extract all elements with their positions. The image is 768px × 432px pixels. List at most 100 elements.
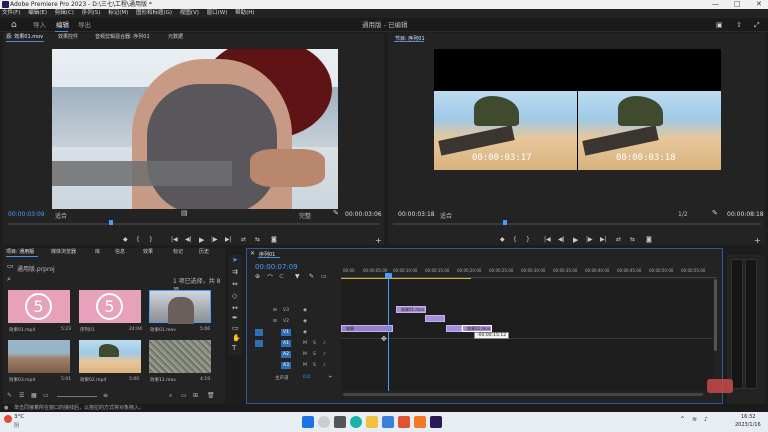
tab-edit[interactable]: 编辑	[56, 18, 69, 32]
timeline-playhead[interactable]	[388, 277, 389, 391]
track-area[interactable]: 效果01.mov 效果 效果02.mov -00:00:15:12 ✥	[341, 273, 713, 391]
menu-edit[interactable]: 编辑(E)	[28, 10, 47, 16]
frame-fwd-icon[interactable]: |▶	[211, 236, 218, 243]
frame-back-icon[interactable]: ◀|	[185, 236, 192, 243]
clip-v1-c[interactable]: 效果02.mov	[462, 325, 492, 332]
extract-icon[interactable]: ⇆	[630, 236, 635, 243]
tab-export[interactable]: 导出	[78, 18, 91, 32]
sort-icon[interactable]: ≡	[103, 392, 108, 399]
captions-icon[interactable]: ▭	[321, 273, 327, 280]
solo-icon[interactable]: S	[313, 360, 316, 371]
maximize-button[interactable]: □	[734, 0, 741, 9]
premiere-taskbar-icon[interactable]	[430, 416, 442, 428]
zoom-slider[interactable]	[57, 396, 97, 397]
prog-mark-icon[interactable]: ◆	[500, 236, 505, 243]
tab-markers[interactable]: 标记	[173, 248, 183, 257]
folder-icon[interactable]: ▭	[7, 262, 14, 270]
project-search-icon[interactable]: ⌕	[7, 275, 11, 284]
clock-time[interactable]: 16:32	[741, 414, 755, 420]
new-item-icon[interactable]: ⊞	[193, 392, 198, 399]
program-play-icon[interactable]: ▶	[573, 236, 578, 244]
menu-view[interactable]: 视图(V)	[180, 10, 199, 16]
tab-media-browser[interactable]: 媒体浏览器	[51, 248, 76, 257]
selection-tool-icon[interactable]: ➤	[232, 256, 238, 264]
minimize-button[interactable]: —	[712, 0, 719, 9]
delete-icon[interactable]: 🗑	[207, 392, 215, 399]
track-select-tool-icon[interactable]: ⇉	[232, 268, 238, 276]
tab-import[interactable]: 导入	[33, 18, 46, 32]
solo-icon[interactable]: S	[313, 349, 316, 360]
go-in-icon[interactable]: }	[149, 236, 153, 243]
lift-icon[interactable]: ⇄	[616, 236, 621, 243]
icon-view-icon[interactable]: ▦	[31, 392, 37, 399]
project-item-5[interactable]	[79, 340, 141, 373]
export-frame-icon[interactable]: ◙	[646, 236, 652, 243]
task-view-icon[interactable]	[334, 416, 346, 428]
fullscreen-icon[interactable]: ⤢	[754, 18, 760, 32]
clip-v2[interactable]: 效果01.mov	[396, 306, 426, 313]
source-fit-dropdown[interactable]: 适合	[55, 211, 67, 220]
program-quality-dropdown[interactable]: 1/2	[678, 211, 688, 218]
close-button[interactable]: ✕	[756, 0, 762, 9]
wifi-icon[interactable]: ≋	[692, 416, 697, 423]
tab-audio-mixer[interactable]: 音频剪辑混合器: 序列01	[95, 33, 150, 42]
mark-in-icon[interactable]: ◆	[123, 236, 128, 243]
app-icon[interactable]	[398, 416, 410, 428]
pen-tool-icon[interactable]: ✒	[232, 314, 238, 322]
eye-icon[interactable]: ◉	[303, 305, 307, 316]
source-settings-icon[interactable]: ▤	[181, 209, 188, 217]
prog-step-fwd-icon[interactable]: ▶|	[600, 236, 607, 243]
source-scrub-bar[interactable]	[8, 223, 380, 225]
program-wrench-icon[interactable]: ✎	[712, 209, 718, 217]
menu-file[interactable]: 文件(F)	[2, 10, 20, 16]
menu-sequence[interactable]: 序列(S)	[82, 10, 101, 16]
source-timecode[interactable]: 00:00:03:09	[8, 211, 45, 218]
tab-effect-controls[interactable]: 效果控件	[58, 33, 78, 42]
freeform-view-icon[interactable]: ▭	[43, 392, 49, 399]
prog-step-back-icon[interactable]: |◀	[544, 236, 551, 243]
clip-v1-a[interactable]: 效果	[341, 325, 393, 332]
source-play-icon[interactable]: ▶	[199, 236, 204, 244]
mute-icon[interactable]: M	[303, 349, 307, 360]
razor-tool-icon[interactable]: ◇	[232, 292, 237, 300]
insert-icon[interactable]: ⇄	[241, 236, 246, 243]
tab-effects[interactable]: 效果	[143, 248, 153, 257]
tab-library[interactable]: 库	[95, 248, 100, 257]
weather-icon[interactable]	[4, 415, 12, 423]
pencil-icon[interactable]: ✎	[7, 392, 12, 399]
timeline-scrollbar-h[interactable]	[343, 393, 703, 396]
clip-v2-b[interactable]	[425, 315, 445, 322]
project-item-4[interactable]	[8, 340, 70, 373]
add-marker-icon[interactable]: ▼	[295, 273, 300, 280]
hand-tool-icon[interactable]: ✋	[232, 334, 241, 342]
app2-icon[interactable]	[414, 416, 426, 428]
timeline-scrollbar-v[interactable]	[714, 279, 717, 351]
tray-arrow-icon[interactable]: ^	[680, 416, 685, 423]
prog-out-icon[interactable]: }	[526, 236, 530, 243]
tab-info[interactable]: 信息	[115, 248, 125, 257]
menu-markers[interactable]: 标记(M)	[108, 10, 128, 16]
search-icon[interactable]	[318, 416, 330, 428]
clock-date[interactable]: 2023/1/16	[735, 422, 761, 428]
lock-icon[interactable]: ⊟	[273, 316, 277, 327]
edge-icon[interactable]	[350, 416, 362, 428]
project-item-3[interactable]	[149, 290, 211, 324]
clip-v1-b[interactable]	[446, 325, 462, 332]
program-scrub-bar[interactable]	[393, 223, 761, 225]
eye-icon[interactable]: ◉	[303, 327, 307, 338]
snap-icon[interactable]: ⌒	[267, 273, 273, 282]
weather-temp[interactable]: 3°C	[14, 414, 24, 420]
step-back-icon[interactable]: |◀	[171, 236, 178, 243]
share-icon[interactable]: ⇧	[736, 18, 742, 32]
menu-help[interactable]: 帮助(H)	[235, 10, 254, 16]
menu-clip[interactable]: 剪辑(C)	[55, 10, 74, 16]
find-icon[interactable]: ⌕	[169, 392, 172, 400]
master-value[interactable]: 0.0	[303, 375, 310, 380]
mic-icon[interactable]: ♪	[323, 349, 326, 360]
step-fwd-icon[interactable]: ▶|	[225, 236, 232, 243]
workspace-icon[interactable]: ▣	[716, 18, 723, 32]
master-nav-icon[interactable]: ⇤	[329, 375, 333, 380]
volume-icon[interactable]: ♪	[704, 416, 708, 423]
lock-icon[interactable]: ⊟	[273, 305, 277, 316]
menu-graphics[interactable]: 图形和标题(G)	[136, 10, 172, 16]
